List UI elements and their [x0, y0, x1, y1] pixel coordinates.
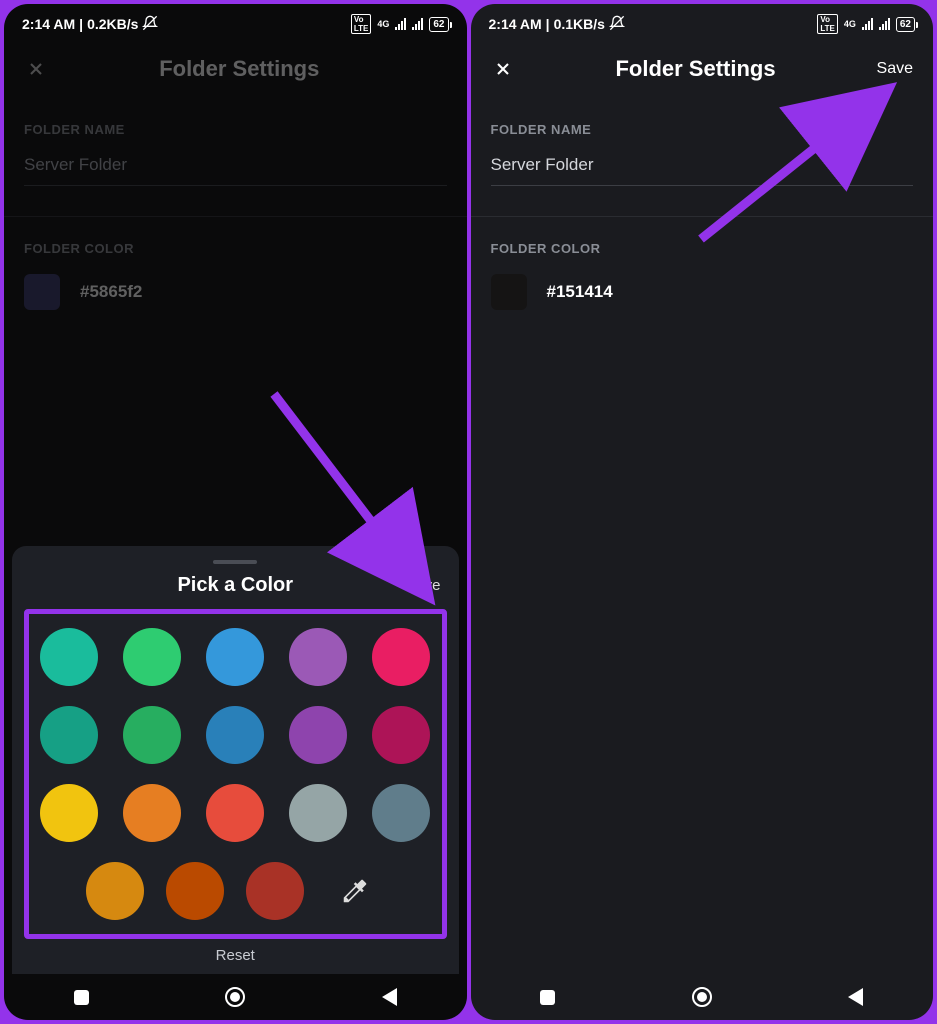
- color-row[interactable]: #151414: [491, 274, 914, 310]
- color-option[interactable]: [289, 628, 347, 686]
- picker-title: Pick a Color: [177, 574, 293, 597]
- color-swatch: [491, 274, 527, 310]
- volte-icon: VoLTE: [351, 14, 372, 34]
- save-button[interactable]: Save: [877, 60, 913, 78]
- color-palette-row4: [39, 862, 432, 920]
- phone-right: 2:14 AM | 0.1KB/s VoLTE 4G 62 Folder Set…: [471, 4, 934, 1020]
- network-4g-icon: 4G: [844, 20, 856, 29]
- color-option[interactable]: [206, 706, 264, 764]
- battery-icon: 62: [429, 17, 448, 32]
- color-option[interactable]: [123, 706, 181, 764]
- palette-highlight-box: [24, 609, 447, 939]
- phone-left: 2:14 AM | 0.2KB/s VoLTE 4G 62 Folder Set…: [4, 4, 467, 1020]
- color-hex: #151414: [547, 282, 613, 302]
- close-button[interactable]: [491, 59, 515, 79]
- ringer-off-icon: [609, 15, 625, 34]
- signal-icon-2: [879, 18, 890, 30]
- color-option[interactable]: [86, 862, 144, 920]
- color-option[interactable]: [40, 706, 98, 764]
- signal-icon-2: [412, 18, 423, 30]
- eyedropper-button[interactable]: [326, 862, 384, 920]
- nav-home-button[interactable]: [691, 986, 713, 1008]
- header: Folder Settings: [4, 40, 467, 98]
- reset-button[interactable]: Reset: [24, 947, 447, 964]
- folder-color-section: FOLDER COLOR #151414: [471, 217, 934, 310]
- color-option[interactable]: [40, 784, 98, 842]
- color-option[interactable]: [40, 628, 98, 686]
- status-time: 2:14 AM: [489, 16, 542, 32]
- nav-recent-button[interactable]: [537, 986, 559, 1008]
- color-option[interactable]: [123, 784, 181, 842]
- signal-icon: [862, 18, 873, 30]
- folder-color-section: FOLDER COLOR #5865f2: [4, 217, 467, 310]
- status-bar: 2:14 AM | 0.1KB/s VoLTE 4G 62: [471, 4, 934, 40]
- nav-back-button[interactable]: [845, 986, 867, 1008]
- volte-icon: VoLTE: [817, 14, 838, 34]
- status-net-speed: 0.1KB/s: [554, 16, 605, 32]
- header: Folder Settings Save: [471, 40, 934, 98]
- folder-name-section: FOLDER NAME Server Folder: [4, 98, 467, 186]
- color-option[interactable]: [372, 784, 430, 842]
- page-title: Folder Settings: [32, 56, 447, 82]
- nav-back-button[interactable]: [378, 986, 400, 1008]
- color-option[interactable]: [289, 784, 347, 842]
- color-option[interactable]: [246, 862, 304, 920]
- folder-name-label: FOLDER NAME: [491, 122, 914, 137]
- folder-name-section: FOLDER NAME Server Folder: [471, 98, 934, 186]
- status-time: 2:14 AM: [22, 16, 75, 32]
- color-option[interactable]: [372, 706, 430, 764]
- folder-color-label: FOLDER COLOR: [491, 241, 914, 256]
- color-option[interactable]: [206, 784, 264, 842]
- ringer-off-icon: [142, 15, 158, 34]
- nav-home-button[interactable]: [224, 986, 246, 1008]
- color-option[interactable]: [123, 628, 181, 686]
- color-row[interactable]: #5865f2: [24, 274, 447, 310]
- sheet-handle[interactable]: [213, 560, 257, 564]
- folder-color-label: FOLDER COLOR: [24, 241, 447, 256]
- status-bar: 2:14 AM | 0.2KB/s VoLTE 4G 62: [4, 4, 467, 40]
- picker-save-button[interactable]: Save: [406, 577, 440, 594]
- folder-name-input[interactable]: Server Folder: [24, 155, 447, 186]
- status-net-speed: 0.2KB/s: [87, 16, 138, 32]
- color-picker-sheet: Pick a Color Save Reset: [12, 546, 459, 974]
- color-option[interactable]: [289, 706, 347, 764]
- battery-icon: 62: [896, 17, 915, 32]
- color-hex: #5865f2: [80, 282, 142, 302]
- page-title: Folder Settings: [539, 56, 853, 82]
- signal-icon: [395, 18, 406, 30]
- nav-bar: [4, 974, 467, 1020]
- nav-recent-button[interactable]: [70, 986, 92, 1008]
- folder-name-label: FOLDER NAME: [24, 122, 447, 137]
- color-option[interactable]: [372, 628, 430, 686]
- color-option[interactable]: [206, 628, 264, 686]
- folder-name-input[interactable]: Server Folder: [491, 155, 914, 186]
- network-4g-icon: 4G: [377, 20, 389, 29]
- color-swatch: [24, 274, 60, 310]
- nav-bar: [471, 974, 934, 1020]
- color-palette: [39, 628, 432, 842]
- color-option[interactable]: [166, 862, 224, 920]
